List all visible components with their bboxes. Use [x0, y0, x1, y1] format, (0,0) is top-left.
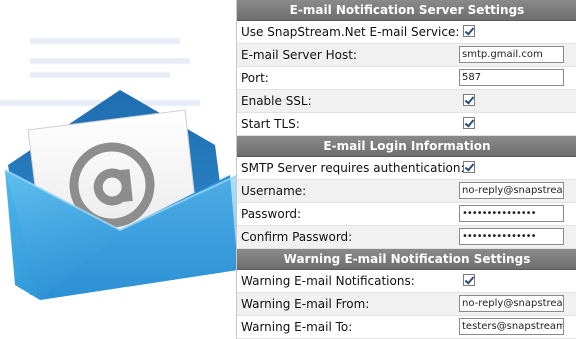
- smtp-auth-checkbox[interactable]: [463, 161, 475, 173]
- row-use-snapstream-service: Use SnapStream.Net E-mail Service:: [237, 21, 576, 44]
- email-server-host-input[interactable]: smtp.gmail.com: [459, 46, 564, 63]
- row-label: Confirm Password:: [241, 230, 353, 244]
- row-label: Warning E-mail Notifications:: [241, 274, 415, 288]
- warning-notifications-checkbox[interactable]: [463, 274, 475, 286]
- row-label: Password:: [241, 207, 302, 221]
- row-label: E-mail Server Host:: [241, 48, 357, 62]
- row-smtp-auth: SMTP Server requires authentication:: [237, 157, 576, 180]
- section-header-server: E-mail Notification Server Settings: [237, 0, 576, 21]
- row-enable-ssl: Enable SSL:: [237, 90, 576, 113]
- row-confirm-password: Confirm Password: •••••••••••••••: [237, 226, 576, 249]
- use-snapstream-service-checkbox[interactable]: [463, 25, 475, 37]
- row-label: Warning E-mail To:: [241, 320, 353, 334]
- row-warning-notifications: Warning E-mail Notifications:: [237, 270, 576, 293]
- warning-to-input[interactable]: testers@snapstream.co: [459, 318, 564, 335]
- confirm-password-input[interactable]: •••••••••••••••: [459, 228, 564, 245]
- row-start-tls: Start TLS:: [237, 113, 576, 136]
- row-label: Use SnapStream.Net E-mail Service:: [241, 25, 460, 39]
- email-envelope-at-icon: [4, 90, 239, 300]
- row-label: Port:: [241, 71, 269, 85]
- row-warning-from: Warning E-mail From: no-reply@snapstream…: [237, 293, 576, 316]
- background-blur-text: [30, 58, 190, 64]
- row-label: Warning E-mail From:: [241, 297, 370, 311]
- password-input[interactable]: •••••••••••••••: [459, 205, 564, 222]
- section-header-warning: Warning E-mail Notification Settings: [237, 249, 576, 270]
- enable-ssl-checkbox[interactable]: [463, 94, 475, 106]
- row-email-server-host: E-mail Server Host: smtp.gmail.com: [237, 44, 576, 67]
- section-header-login: E-mail Login Information: [237, 136, 576, 157]
- background-blur-text: [30, 38, 180, 44]
- settings-panel: E-mail Notification Server Settings Use …: [236, 0, 576, 339]
- port-input[interactable]: 587: [459, 69, 564, 86]
- row-label: Enable SSL:: [241, 94, 312, 108]
- warning-from-input[interactable]: no-reply@snapstream.: [459, 295, 564, 312]
- username-input[interactable]: no-reply@snapstream.: [459, 182, 564, 199]
- start-tls-checkbox[interactable]: [463, 117, 475, 129]
- row-warning-to: Warning E-mail To: testers@snapstream.co: [237, 316, 576, 339]
- row-label: SMTP Server requires authentication:: [241, 161, 465, 175]
- row-port: Port: 587: [237, 67, 576, 90]
- row-password: Password: •••••••••••••••: [237, 203, 576, 226]
- row-label: Username:: [241, 184, 307, 198]
- row-label: Start TLS:: [241, 117, 300, 131]
- row-username: Username: no-reply@snapstream.: [237, 180, 576, 203]
